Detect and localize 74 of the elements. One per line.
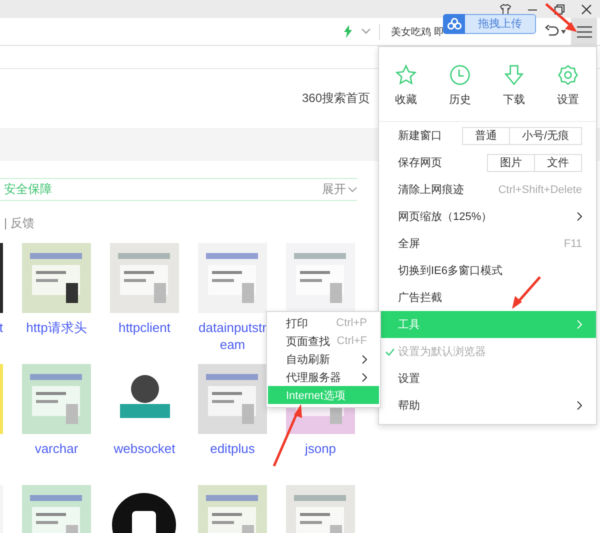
menu-item-label: 工具 — [398, 318, 420, 332]
thumbnail-title[interactable]: jsonp — [304, 434, 336, 457]
menu-item-label: 设置为默认浏览器 — [398, 344, 486, 359]
menu-item-label: 新建窗口 — [398, 128, 442, 143]
expand-link[interactable]: 展开 — [322, 181, 357, 198]
menu-item-label: 保存网页 — [398, 156, 442, 170]
pointer-arrow — [545, 3, 577, 32]
shortcut-text: Ctrl+P — [336, 317, 367, 329]
menu-item[interactable]: 代理服务器 — [268, 368, 379, 386]
close-icon[interactable] — [581, 4, 592, 14]
menu-option-button[interactable]: 小号/无痕 — [508, 126, 582, 144]
page-title[interactable]: 360搜索首页 — [302, 90, 370, 107]
thumbnail-title[interactable]: websocket — [114, 434, 176, 457]
menu-item-label: 切换到IE6多窗口模式 — [398, 264, 503, 278]
cloud-icon — [446, 18, 462, 30]
menu-item[interactable]: 广告拦截 — [379, 284, 596, 311]
menu-item-label: 页面查找 — [286, 334, 330, 348]
shortcut-text: Ctrl+Shift+Delete — [498, 184, 582, 196]
star-icon — [395, 64, 417, 86]
shirt-icon[interactable] — [500, 4, 511, 14]
thumbnail-title[interactable]: varchar — [34, 434, 78, 457]
menu-item-label: Internet选项 — [286, 388, 346, 402]
caret-icon[interactable] — [561, 30, 566, 34]
undo-icon[interactable] — [545, 25, 559, 38]
menu-item[interactable]: 打印 Ctrl+P — [268, 314, 379, 332]
download-icon — [503, 64, 525, 86]
search-text[interactable]: 美女吃鸡 即 — [391, 26, 444, 38]
menu-button[interactable] — [571, 18, 597, 45]
clock-icon — [449, 64, 471, 86]
shortcut-text: F11 — [564, 238, 582, 250]
menu-icon — [576, 26, 592, 38]
section-title: 安全保障 — [4, 181, 52, 198]
menu-item-label: 自动刷新 — [286, 352, 330, 366]
menu-item[interactable]: 切换到IE6多窗口模式 — [379, 257, 596, 284]
menu-item-label: 帮助 — [398, 399, 420, 413]
menu-item[interactable]: 保存网页 图片 文件 — [379, 149, 596, 176]
chevron-right-icon — [577, 212, 582, 221]
menu-option-button[interactable]: 文件 — [534, 154, 582, 172]
chevron-down-icon — [348, 186, 357, 192]
quick-action-label[interactable]: 设置 — [557, 92, 579, 107]
chevron-down-icon[interactable] — [361, 28, 371, 35]
thumbnail-title[interactable]: httpclient — [118, 313, 171, 336]
thumbnail-title[interactable]: editplus — [210, 434, 255, 457]
quick-action-label[interactable]: 历史 — [449, 92, 471, 107]
menu-item-label: 网页缩放（125%） — [398, 210, 492, 224]
thumbnail-title[interactable]: http请求头 — [26, 313, 87, 336]
menu-item[interactable]: 帮助 — [379, 392, 596, 419]
menu-item[interactable]: 全屏 F11 — [379, 230, 596, 257]
thumbnail-title[interactable]: datainputstream — [198, 313, 267, 353]
pointer-arrow — [272, 404, 302, 466]
quick-action-label[interactable]: 下载 — [503, 92, 525, 107]
menu-item[interactable]: 自动刷新 — [268, 350, 379, 368]
menu-item[interactable]: 网页缩放（125%） — [379, 203, 596, 230]
menu-item-label: 代理服务器 — [286, 370, 341, 384]
restore-icon[interactable] — [554, 4, 565, 14]
menu-item[interactable]: 新建窗口 普通 小号/无痕 — [379, 122, 596, 149]
shortcut-text: Ctrl+F — [336, 335, 367, 347]
menu-item-label: 全屏 — [398, 237, 420, 251]
menu-item[interactable]: 页面查找 Ctrl+F — [268, 332, 379, 350]
check-icon — [385, 348, 395, 356]
quick-action-label[interactable]: 收藏 — [395, 92, 417, 107]
feedback-link[interactable]: | 反馈 — [4, 216, 34, 230]
pointer-arrow — [512, 276, 541, 309]
menu-item-label: 清除上网痕迹 — [398, 182, 464, 197]
menu-item-label: 设置 — [398, 372, 420, 386]
chevron-right-icon — [577, 401, 582, 410]
menu-item[interactable]: 清除上网痕迹 Ctrl+Shift+Delete — [379, 176, 596, 203]
chevron-right-icon — [577, 320, 582, 329]
settings-icon — [557, 64, 579, 86]
menu-item-label: 广告拦截 — [398, 290, 442, 305]
menu-option-button[interactable]: 普通 — [462, 126, 510, 144]
menu-item[interactable]: 设置 — [379, 365, 596, 392]
menu-item-label: 打印 — [286, 316, 308, 330]
menu-option-button[interactable]: 图片 — [487, 154, 535, 172]
